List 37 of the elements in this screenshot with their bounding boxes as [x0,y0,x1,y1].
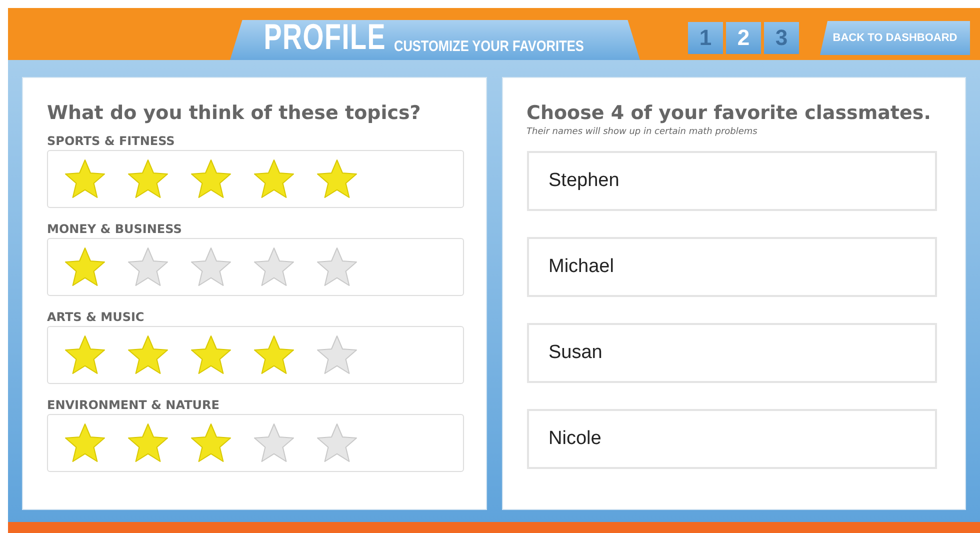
star-icon[interactable] [190,423,232,463]
topic-label: ARTS & MUSIC [47,310,146,324]
star-icon[interactable] [316,159,358,199]
star-icon[interactable] [190,335,232,375]
star-icon[interactable] [64,423,106,463]
star-icon[interactable] [64,335,106,375]
page-subtitle: CUSTOMIZE YOUR FAVORITES [394,38,584,55]
star-icon[interactable] [127,423,169,463]
panel-heading: What do you think of these topics? [47,102,422,124]
star-rating[interactable] [64,335,358,375]
star-rating[interactable] [64,423,358,463]
panel-note: Their names will show up in certain math problems [526,127,758,137]
name-field[interactable]: Susan [526,323,936,383]
star-icon[interactable] [64,159,106,199]
empty-star-icon[interactable] [127,247,169,287]
page-title: PROFILE [264,19,386,55]
star-icon[interactable] [190,159,232,199]
empty-star-icon[interactable] [316,247,358,287]
topic-label: SPORTS & FITNESS [47,134,176,148]
star-icon[interactable] [253,335,295,375]
empty-star-icon[interactable] [190,247,232,287]
empty-star-icon[interactable] [316,423,358,463]
panel-heading: Choose 4 of your favorite classmates. [526,102,932,124]
topic-label: ENVIRONMENT & NATURE [47,398,220,412]
empty-star-icon[interactable] [253,423,295,463]
star-icon[interactable] [127,159,169,199]
name-field[interactable]: Nicole [526,409,936,469]
star-icon[interactable] [253,159,295,199]
topic-label: MONEY & BUSINESS [47,222,183,236]
star-rating[interactable] [64,159,358,199]
star-icon[interactable] [64,247,106,287]
name-field[interactable]: Stephen [526,151,936,211]
star-icon[interactable] [127,335,169,375]
empty-star-icon[interactable] [253,247,295,287]
name-field[interactable]: Michael [526,237,936,297]
star-rating[interactable] [64,247,358,287]
empty-star-icon[interactable] [316,335,358,375]
